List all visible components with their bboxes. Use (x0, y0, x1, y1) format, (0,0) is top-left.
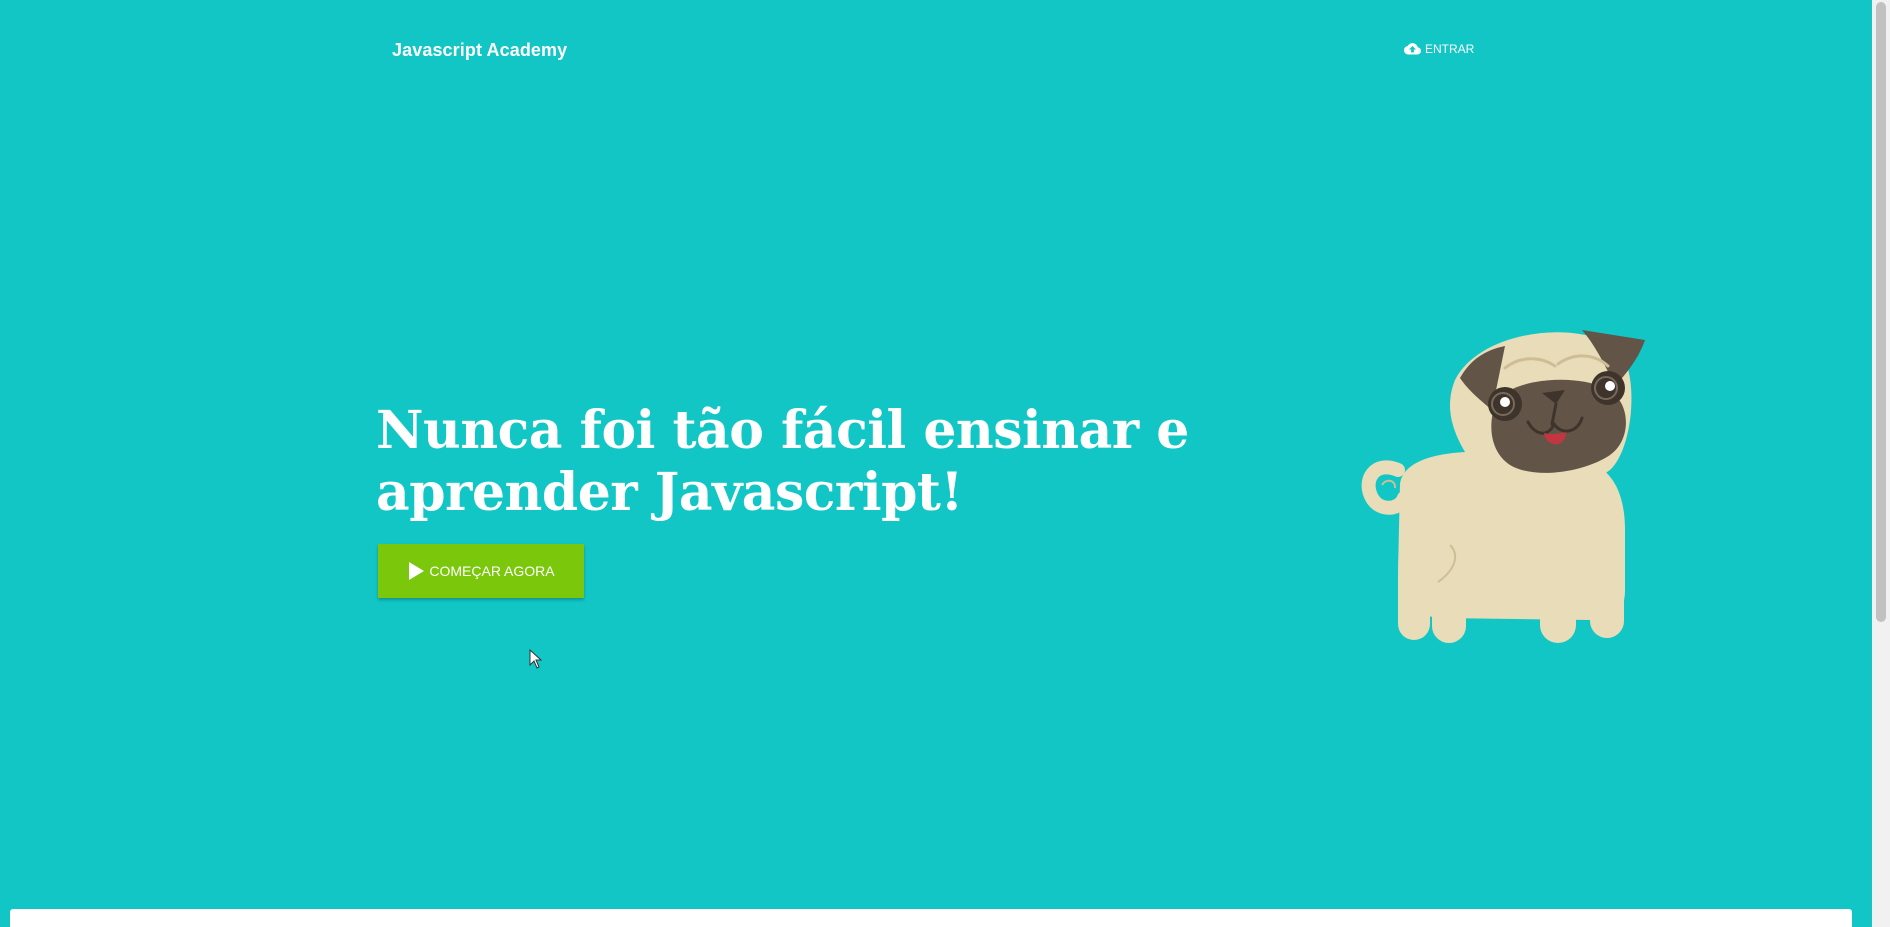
navbar: Javascript Academy ENTRAR (392, 36, 1474, 64)
play-icon (407, 561, 425, 581)
login-link[interactable]: ENTRAR (1404, 42, 1474, 56)
hero-title: Nunca foi tão fácil ensinar e aprender J… (376, 400, 1189, 523)
pug-illustration (1320, 320, 1650, 645)
start-now-label: COMEÇAR AGORA (429, 563, 555, 579)
page: Javascript Academy ENTRAR Nunca foi tão … (0, 0, 1872, 927)
start-now-button[interactable]: COMEÇAR AGORA (378, 544, 584, 598)
content-card (10, 909, 1852, 927)
hero-section: Nunca foi tão fácil ensinar e aprender J… (376, 400, 1336, 598)
brand-link[interactable]: Javascript Academy (392, 40, 567, 61)
page-scrollbar[interactable] (1872, 0, 1890, 927)
login-label: ENTRAR (1425, 42, 1475, 56)
scrollbar-thumb[interactable] (1876, 2, 1886, 622)
cloud-upload-icon (1404, 42, 1421, 56)
mouse-cursor-icon (529, 649, 543, 669)
